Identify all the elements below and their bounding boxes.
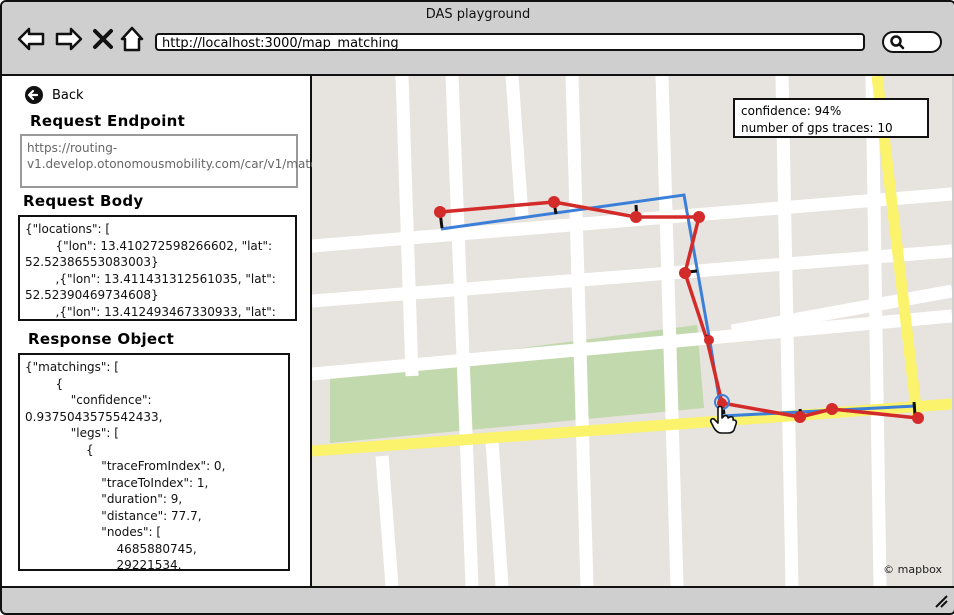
map-canvas[interactable] <box>312 76 952 586</box>
url-input[interactable]: http://localhost:3000/map_matching <box>155 33 865 51</box>
close-x-icon[interactable] <box>91 24 121 54</box>
request-endpoint-heading: Request Endpoint <box>30 112 186 130</box>
search-icon <box>890 35 905 50</box>
map-attribution[interactable]: © mapbox <box>883 563 942 576</box>
request-endpoint-input[interactable]: https://routing-v1.develop.otonomousmobi… <box>20 134 324 188</box>
status-bar <box>2 586 954 613</box>
resize-grip-icon[interactable] <box>934 594 948 608</box>
title-bar: DAS playground http://localhost:3000/map… <box>2 2 954 76</box>
request-sidebar: Back Request Endpoint https://routing-v1… <box>2 76 324 586</box>
gps-traces-count-text: number of gps traces: 10 <box>741 121 893 135</box>
back-circle-arrow-icon <box>25 86 43 104</box>
search-button[interactable] <box>882 31 942 53</box>
back-label: Back <box>52 87 84 103</box>
map-view[interactable]: confidence: 94% number of gps traces: 10… <box>312 76 952 586</box>
response-object-textarea[interactable]: {"matchings": [ { "confidence": 0.937504… <box>18 353 290 571</box>
match-info-panel: confidence: 94% number of gps traces: 10 <box>733 98 929 138</box>
response-object-heading: Response Object <box>28 330 175 348</box>
request-body-textarea[interactable]: {"locations": [ {"lon": 13.4102725982666… <box>18 215 297 321</box>
window-title: DAS playground <box>425 7 531 22</box>
back-arrow-icon[interactable] <box>16 24 46 54</box>
browser-window: DAS playground http://localhost:3000/map… <box>0 0 954 615</box>
request-body-heading: Request Body <box>23 192 144 210</box>
forward-arrow-icon[interactable] <box>54 24 84 54</box>
home-icon[interactable] <box>119 24 149 54</box>
confidence-text: confidence: 94% <box>741 104 842 118</box>
road-network <box>312 76 952 586</box>
back-link[interactable]: Back <box>24 84 84 106</box>
